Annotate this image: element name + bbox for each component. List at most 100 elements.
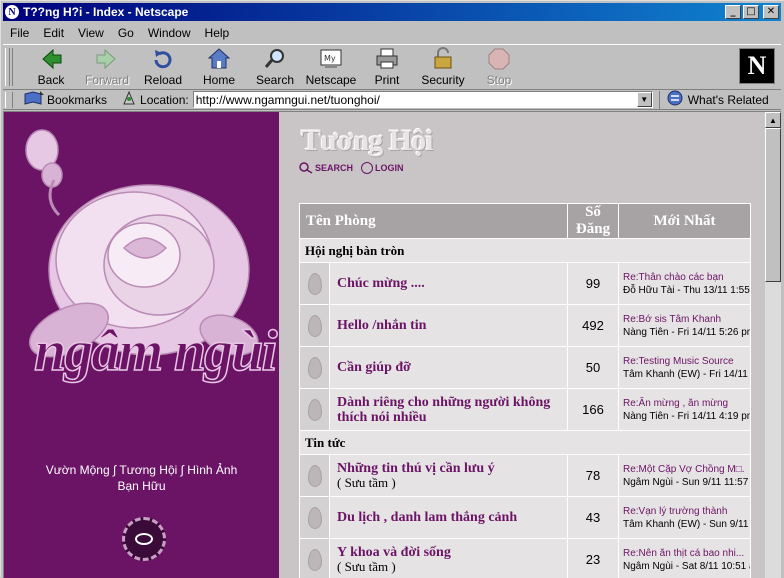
latest-post-link[interactable]: Re:Thân chào các bạn — [623, 271, 746, 284]
home-button[interactable]: Home — [191, 47, 247, 89]
menu-window[interactable]: Window — [141, 26, 198, 40]
scroll-up-button[interactable]: ▲ — [765, 112, 781, 128]
left-nav-links[interactable]: Vườn Mộng ∫ Tương Hội ∫ Hình Ảnh — [4, 462, 279, 478]
login-link-label: LOGIN — [375, 163, 404, 173]
room-icon-cell — [300, 305, 330, 347]
forum-row: Dành riêng cho những người không thích n… — [300, 389, 751, 431]
menu-bar: File Edit View Go Window Help — [3, 23, 781, 42]
close-button[interactable]: ✕ — [763, 5, 779, 19]
search-button[interactable]: Search — [247, 47, 303, 89]
whats-related-icon — [666, 90, 684, 109]
eye-emblem-icon[interactable] — [122, 517, 166, 561]
room-name-cell: Hello /nhắn tin — [330, 305, 568, 347]
latest-post-author: Ngâm Ngùi - Sat 8/11 10:51 a — [623, 560, 746, 573]
menu-file[interactable]: File — [3, 26, 36, 40]
login-link-icon — [361, 162, 373, 174]
location-grip[interactable] — [5, 92, 13, 108]
login-link[interactable]: LOGIN — [361, 162, 404, 174]
menu-view[interactable]: View — [71, 26, 111, 40]
scroll-thumb[interactable] — [765, 128, 781, 282]
reload-button[interactable]: Reload — [135, 47, 191, 89]
room-icon-cell — [300, 497, 330, 539]
toolbar-grip[interactable] — [5, 48, 13, 86]
reload-label: Reload — [135, 73, 191, 87]
latest-post-link[interactable]: Re:Ăn mừng , ăn mừng — [623, 397, 746, 410]
room-link[interactable]: Y khoa và đời sống — [337, 545, 563, 560]
page-viewport: ngâm ngùi Vườn Mộng ∫ Tương Hội ∫ Hình Ả… — [3, 111, 781, 578]
page-proxy-icon[interactable] — [121, 90, 137, 109]
window-title: T??ng H?i - Index - Netscape — [23, 5, 725, 19]
room-name-cell: Du lịch , danh lam thắng cảnh — [330, 497, 568, 539]
security-button[interactable]: Security — [415, 47, 471, 89]
forum-row: Chúc mừng .... 99 Re:Thân chào các bạn Đ… — [300, 263, 751, 305]
netscape-logo[interactable]: N — [739, 48, 775, 84]
menu-help[interactable]: Help — [198, 26, 237, 40]
back-label: Back — [23, 73, 79, 87]
room-name-cell: Cần giúp đỡ — [330, 347, 568, 389]
back-button[interactable]: Back — [23, 47, 79, 89]
room-link[interactable]: Hello /nhắn tin — [337, 318, 563, 333]
vertical-scrollbar[interactable]: ▲ — [765, 112, 781, 578]
room-name-cell: Chúc mừng .... — [330, 263, 568, 305]
netscape-button[interactable]: My Netscape — [303, 47, 359, 89]
category-row: Tin tức — [300, 431, 751, 455]
search-link[interactable]: SEARCH — [299, 162, 353, 174]
search-icon — [262, 47, 288, 71]
reload-icon — [150, 47, 176, 71]
whats-related-button[interactable]: What's Related — [659, 91, 769, 109]
forum-row: Cần giúp đỡ 50 Re:Testing Music Source T… — [300, 347, 751, 389]
minimize-button[interactable]: _ — [725, 5, 741, 19]
col-count-header: Số Đăng — [568, 204, 619, 239]
forum-row: Hello /nhắn tin 492 Re:Bớ sis Tâm Khanh … — [300, 305, 751, 347]
forum-row: Du lịch , danh lam thắng cảnh 43 Re:Vạn … — [300, 497, 751, 539]
room-name-cell: Y khoa và đời sống ( Sưu tầm ) — [330, 539, 568, 578]
menu-edit[interactable]: Edit — [36, 26, 71, 40]
room-post-count: 99 — [568, 263, 619, 305]
stop-button[interactable]: Stop — [471, 47, 527, 89]
room-link[interactable]: Dành riêng cho những người không thích n… — [337, 395, 563, 425]
leaf-icon — [308, 315, 322, 337]
room-link[interactable]: Chúc mừng .... — [337, 276, 563, 291]
print-button[interactable]: Print — [359, 47, 415, 89]
url-input[interactable]: http://www.ngamngui.net/tuonghoi/ ▼ — [193, 91, 653, 108]
room-post-count: 23 — [568, 539, 619, 578]
location-label-group: Location: — [121, 90, 189, 109]
title-bar[interactable]: N T??ng H?i - Index - Netscape _ □ ✕ — [3, 3, 781, 21]
room-latest-cell: Re:Nên ăn thịt cá bao nhi... Ngâm Ngùi -… — [619, 539, 751, 578]
room-post-count: 43 — [568, 497, 619, 539]
bookmarks-button[interactable]: Bookmarks — [23, 90, 107, 109]
latest-post-link[interactable]: Re:Một Cặp Vợ Chồng M□. — [623, 463, 746, 476]
forward-arrow-icon — [94, 47, 120, 71]
room-link[interactable]: Du lịch , danh lam thắng cảnh — [337, 510, 563, 525]
category-name: Hội nghị bàn tròn — [300, 239, 751, 263]
room-icon-cell — [300, 389, 330, 431]
menu-go[interactable]: Go — [111, 26, 141, 40]
room-subtitle: ( Sưu tầm ) — [337, 560, 563, 574]
netscape-app-icon[interactable]: N — [5, 5, 19, 19]
url-dropdown-button[interactable]: ▼ — [637, 92, 652, 107]
room-link[interactable]: Cần giúp đỡ — [337, 360, 563, 375]
latest-post-link[interactable]: Re:Bớ sis Tâm Khanh — [623, 313, 746, 326]
left-nav-ban-huu[interactable]: Bạn Hữu — [4, 478, 279, 494]
latest-post-author: Tâm Khanh (EW) - Sun 9/11 — [623, 518, 746, 531]
room-icon-cell — [300, 347, 330, 389]
search-label: Search — [247, 73, 303, 87]
category-row: Hội nghị bàn tròn — [300, 239, 751, 263]
forum-header-row: Tên Phòng Số Đăng Mới Nhất — [300, 204, 751, 239]
room-latest-cell: Re:Testing Music Source Tâm Khanh (EW) -… — [619, 347, 751, 389]
maximize-button[interactable]: □ — [743, 5, 759, 19]
svg-text:My: My — [324, 54, 336, 63]
home-label: Home — [191, 73, 247, 87]
search-link-label: SEARCH — [315, 163, 353, 173]
room-name-cell: Dành riêng cho những người không thích n… — [330, 389, 568, 431]
latest-post-link[interactable]: Re:Testing Music Source — [623, 355, 746, 368]
room-icon-cell — [300, 263, 330, 305]
whats-related-label: What's Related — [688, 93, 769, 107]
latest-post-link[interactable]: Re:Vạn lý trường thành — [623, 505, 746, 518]
home-icon — [206, 47, 232, 71]
forward-button[interactable]: Forward — [79, 47, 135, 89]
room-link[interactable]: Những tin thú vị cần lưu ý — [337, 461, 563, 476]
latest-post-link[interactable]: Re:Nên ăn thịt cá bao nhi... — [623, 547, 746, 560]
room-icon-cell — [300, 455, 330, 497]
room-post-count: 50 — [568, 347, 619, 389]
